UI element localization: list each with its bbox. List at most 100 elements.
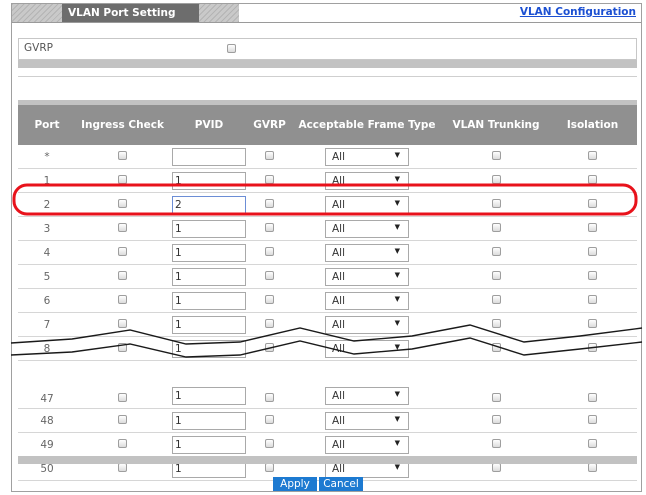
isolation-checkbox[interactable]	[588, 342, 597, 352]
ingress-check-checkbox[interactable]	[118, 174, 127, 184]
vlan-trunking-checkbox[interactable]	[491, 270, 501, 280]
frame-type-select[interactable]: All ▼	[325, 291, 409, 310]
frame-type-select[interactable]: All ▼	[325, 315, 409, 334]
tab-vlan-port-setting[interactable]: VLAN Port Setting	[62, 4, 199, 22]
port-cell: 1	[18, 168, 76, 193]
isolation-checkbox[interactable]	[588, 393, 597, 402]
isolation-checkbox[interactable]	[588, 414, 597, 424]
isolation-checkbox[interactable]	[588, 222, 597, 232]
isolation-cell	[548, 264, 637, 289]
frame-type-select[interactable]: All ▼	[325, 387, 409, 405]
pvid-input[interactable]	[172, 171, 246, 190]
pvid-input[interactable]	[172, 243, 246, 262]
gvrp-cell	[249, 264, 290, 289]
ingress-check-checkbox[interactable]	[118, 270, 127, 280]
pvid-input[interactable]	[172, 219, 246, 238]
frame-type-select[interactable]: All ▼	[325, 435, 409, 454]
vlan-trunking-checkbox[interactable]	[491, 342, 501, 352]
vlan-trunking-checkbox[interactable]	[491, 198, 501, 208]
section-rule	[18, 76, 637, 77]
table-row: 2 All ▼	[18, 192, 637, 217]
table-row: 1 All ▼	[18, 168, 637, 193]
ingress-check-checkbox[interactable]	[118, 150, 127, 160]
table-row: 6 All ▼	[18, 288, 637, 313]
vlan-trunking-checkbox[interactable]	[491, 393, 501, 402]
vlan-trunking-checkbox[interactable]	[491, 174, 501, 184]
gvrp-checkbox[interactable]	[265, 270, 274, 280]
gvrp-checkbox[interactable]	[265, 174, 274, 184]
ingress-check-checkbox[interactable]	[118, 393, 127, 402]
ingress-check-checkbox[interactable]	[118, 438, 127, 448]
gvrp-checkbox[interactable]	[265, 342, 274, 352]
isolation-checkbox[interactable]	[588, 246, 597, 256]
gvrp-cell	[249, 168, 290, 193]
table-row: 47 All ▼	[18, 360, 637, 409]
ingress-check-cell	[76, 240, 169, 265]
port-number: 6	[43, 294, 51, 307]
ingress-check-checkbox[interactable]	[118, 222, 127, 232]
gvrp-checkbox[interactable]	[265, 438, 274, 448]
isolation-checkbox[interactable]	[588, 438, 597, 448]
frame-type-select[interactable]: All ▼	[325, 339, 409, 358]
gvrp-checkbox[interactable]	[265, 294, 274, 304]
ingress-check-cell	[76, 168, 169, 193]
gvrp-checkbox[interactable]	[265, 150, 274, 160]
isolation-checkbox[interactable]	[588, 150, 597, 160]
pvid-input[interactable]	[172, 267, 246, 286]
vlan-trunking-checkbox[interactable]	[491, 222, 501, 232]
vlan-configuration-link[interactable]: VLAN Configuration	[520, 6, 636, 18]
pvid-input[interactable]	[172, 411, 246, 430]
ingress-check-checkbox[interactable]	[118, 294, 127, 304]
gvrp-checkbox[interactable]	[265, 246, 274, 256]
gvrp-checkbox[interactable]	[265, 198, 274, 208]
ingress-check-checkbox[interactable]	[118, 414, 127, 424]
frame-type-select[interactable]: All ▼	[325, 219, 409, 238]
gvrp-checkbox[interactable]	[265, 393, 274, 402]
vlan-trunking-checkbox[interactable]	[491, 414, 501, 424]
port-cell: 48	[18, 408, 76, 433]
port-number: 2	[43, 198, 51, 211]
gvrp-checkbox[interactable]	[265, 414, 274, 424]
isolation-checkbox[interactable]	[588, 318, 597, 328]
pvid-input[interactable]	[172, 435, 246, 454]
gvrp-global-checkbox[interactable]	[227, 44, 236, 53]
ingress-check-checkbox[interactable]	[118, 246, 127, 256]
gvrp-checkbox[interactable]	[265, 222, 274, 232]
ingress-check-checkbox[interactable]	[118, 342, 127, 352]
cancel-button[interactable]: Cancel	[319, 477, 363, 491]
isolation-checkbox[interactable]	[588, 198, 597, 208]
frame-type-select[interactable]: All ▼	[325, 411, 409, 430]
ingress-check-checkbox[interactable]	[118, 318, 127, 328]
pvid-input[interactable]	[172, 339, 246, 358]
port-cell: 49	[18, 432, 76, 457]
isolation-checkbox[interactable]	[588, 270, 597, 280]
pvid-input[interactable]	[172, 387, 246, 405]
port-cell: 2	[18, 192, 76, 217]
gvrp-checkbox[interactable]	[265, 318, 274, 328]
vlan-trunking-cell	[444, 288, 548, 313]
vlan-trunking-checkbox[interactable]	[491, 318, 501, 328]
pvid-input[interactable]	[172, 147, 246, 166]
ingress-check-checkbox[interactable]	[118, 198, 127, 208]
vlan-trunking-checkbox[interactable]	[491, 294, 501, 304]
frame-type-select[interactable]: All ▼	[325, 147, 409, 166]
vlan-trunking-checkbox[interactable]	[491, 246, 501, 256]
frame-type-select[interactable]: All ▼	[325, 267, 409, 286]
frame-type-select[interactable]: All ▼	[325, 195, 409, 214]
isolation-checkbox[interactable]	[588, 294, 597, 304]
isolation-cell	[548, 288, 637, 313]
frame-type-select[interactable]: All ▼	[325, 243, 409, 262]
frame-type-select[interactable]: All ▼	[325, 171, 409, 190]
table-row: 49 All ▼	[18, 432, 637, 457]
apply-button[interactable]: Apply	[273, 477, 317, 491]
frame-type-cell: All ▼	[290, 360, 444, 409]
pvid-input[interactable]	[172, 315, 246, 334]
isolation-checkbox[interactable]	[588, 174, 597, 184]
pvid-input[interactable]	[172, 195, 246, 214]
port-cell: 7	[18, 312, 76, 337]
gvrp-label: GVRP	[24, 42, 53, 54]
pvid-input[interactable]	[172, 291, 246, 310]
vlan-trunking-checkbox[interactable]	[491, 438, 501, 448]
table-row: 48 All ▼	[18, 408, 637, 433]
vlan-trunking-checkbox[interactable]	[491, 150, 501, 160]
